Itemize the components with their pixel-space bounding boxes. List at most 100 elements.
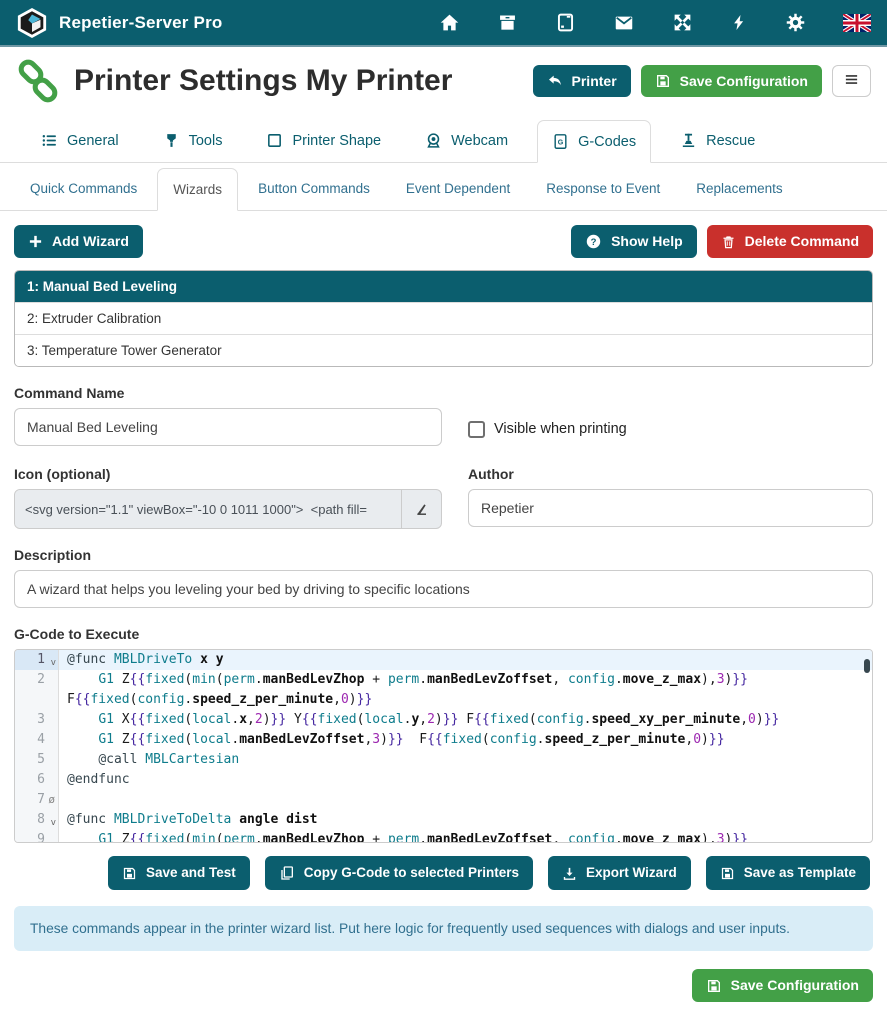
export-wizard-button[interactable]: Export Wizard bbox=[548, 856, 691, 890]
editor-gutter bbox=[15, 690, 59, 710]
tab-label: Rescue bbox=[706, 133, 755, 149]
editor-code-line: G1 X{{fixed(local.x,2)}} Y{{fixed(local.… bbox=[59, 710, 872, 730]
editor-gutter: 8v bbox=[15, 810, 59, 830]
icon-label: Icon (optional) bbox=[14, 466, 442, 482]
edit-icon-button[interactable] bbox=[401, 490, 441, 528]
editor-code-line: G1 Z{{fixed(min(perm.manBedLevZhop + per… bbox=[59, 830, 872, 843]
gcode-editor[interactable]: 1v@func MBLDriveTo x y2 G1 Z{{fixed(min(… bbox=[14, 649, 873, 843]
expand-arrows-icon[interactable] bbox=[672, 12, 693, 33]
envelope-icon[interactable] bbox=[613, 12, 635, 34]
archive-box-icon[interactable] bbox=[497, 12, 518, 33]
subtab-wizards[interactable]: Wizards bbox=[157, 168, 238, 211]
author-input[interactable] bbox=[468, 489, 873, 527]
description-label: Description bbox=[14, 547, 873, 563]
plus-icon bbox=[28, 234, 43, 249]
chain-link-icon bbox=[16, 59, 60, 103]
save-configuration-button[interactable]: Save Configuration bbox=[641, 65, 822, 98]
wizard-list-item[interactable]: 3: Temperature Tower Generator bbox=[15, 334, 872, 366]
reply-arrow-icon bbox=[547, 73, 563, 89]
tablet-icon[interactable] bbox=[555, 12, 576, 33]
pencil-ruler-icon bbox=[414, 501, 430, 517]
webcam-icon bbox=[425, 132, 442, 149]
page-header: Printer Settings My Printer Printer Save… bbox=[0, 47, 887, 111]
subtab-event-dependent[interactable]: Event Dependent bbox=[390, 167, 526, 210]
navbar-icon-menu bbox=[439, 12, 871, 34]
home-icon[interactable] bbox=[439, 12, 460, 33]
question-circle-icon: ? bbox=[585, 233, 602, 250]
tab-g-codes[interactable]: GG-Codes bbox=[537, 120, 651, 163]
tab-printer-shape[interactable]: Printer Shape bbox=[251, 119, 396, 162]
bolt-icon[interactable] bbox=[730, 12, 748, 33]
list-icon bbox=[41, 132, 58, 149]
wizard-list-item[interactable]: 1: Manual Bed Leveling bbox=[15, 271, 872, 302]
square-icon bbox=[266, 132, 283, 149]
editor-row: 3 G1 X{{fixed(local.x,2)}} Y{{fixed(loca… bbox=[15, 710, 872, 730]
save-as-template-button[interactable]: Save as Template bbox=[706, 856, 870, 890]
svg-text:?: ? bbox=[591, 237, 597, 248]
command-name-input[interactable] bbox=[14, 408, 442, 446]
copy-g-code-to-selected-printers-button[interactable]: Copy G-Code to selected Printers bbox=[265, 856, 533, 890]
icon-input[interactable] bbox=[15, 490, 401, 528]
editor-code-line: @func MBLDriveTo x y bbox=[59, 650, 872, 670]
editor-gutter: 6 bbox=[15, 770, 59, 790]
visible-when-printing-label: Visible when printing bbox=[494, 421, 627, 437]
add-wizard-button[interactable]: Add Wizard bbox=[14, 225, 143, 258]
info-alert: These commands appear in the printer wiz… bbox=[14, 906, 873, 951]
tab-webcam[interactable]: Webcam bbox=[410, 119, 523, 162]
show-help-button[interactable]: ? Show Help bbox=[571, 225, 697, 258]
tab-label: Tools bbox=[189, 133, 223, 149]
editor-row: 6@endfunc bbox=[15, 770, 872, 790]
tab-label: Webcam bbox=[451, 133, 508, 149]
floppy-icon bbox=[122, 866, 137, 881]
editor-code-line: @call MBLCartesian bbox=[59, 750, 872, 770]
button-label: Export Wizard bbox=[586, 865, 677, 881]
floppy-icon bbox=[706, 978, 722, 994]
subtab-response-to-event[interactable]: Response to Event bbox=[530, 167, 676, 210]
visible-when-printing-checkbox[interactable] bbox=[468, 421, 485, 438]
description-input[interactable] bbox=[14, 570, 873, 608]
wizard-toolbar: Add Wizard ? Show Help Delete Command bbox=[14, 225, 873, 258]
save-and-test-button[interactable]: Save and Test bbox=[108, 856, 250, 890]
gcode-label: G-Code to Execute bbox=[14, 626, 873, 642]
editor-gutter: 4 bbox=[15, 730, 59, 750]
wizard-list-item[interactable]: 2: Extruder Calibration bbox=[15, 302, 872, 334]
wizard-form: Command Name Visible when printing Icon … bbox=[0, 367, 887, 642]
menu-button[interactable] bbox=[832, 65, 871, 97]
editor-code-line bbox=[59, 790, 872, 810]
brand[interactable]: Repetier-Server Pro bbox=[16, 7, 222, 39]
subtab-button-commands[interactable]: Button Commands bbox=[242, 167, 386, 210]
editor-code-line: @endfunc bbox=[59, 770, 872, 790]
brand-title: Repetier-Server Pro bbox=[59, 13, 222, 33]
tab-general[interactable]: General bbox=[26, 119, 134, 162]
editor-code-line: G1 Z{{fixed(local.manBedLevZoffset,3)}} … bbox=[59, 730, 872, 750]
command-name-label: Command Name bbox=[14, 385, 442, 401]
language-flag-uk-icon[interactable] bbox=[843, 14, 871, 32]
editor-row: 9 G1 Z{{fixed(min(perm.manBedLevZhop + p… bbox=[15, 830, 872, 843]
gear-icon[interactable] bbox=[785, 12, 806, 33]
button-label: Copy G-Code to selected Printers bbox=[304, 865, 519, 881]
editor-row: 2 G1 Z{{fixed(min(perm.manBedLevZhop + p… bbox=[15, 670, 872, 690]
editor-gutter: 5 bbox=[15, 750, 59, 770]
wizard-list: 1: Manual Bed Leveling2: Extruder Calibr… bbox=[14, 270, 873, 367]
printer-button[interactable]: Printer bbox=[533, 65, 631, 98]
repetier-logo-icon bbox=[16, 7, 48, 39]
editor-scrollbar-thumb[interactable] bbox=[864, 659, 870, 673]
copy-icon bbox=[279, 865, 295, 881]
author-label: Author bbox=[468, 466, 873, 482]
icon-input-group bbox=[14, 489, 442, 529]
subtab-replacements[interactable]: Replacements bbox=[680, 167, 798, 210]
delete-command-button[interactable]: Delete Command bbox=[707, 225, 873, 258]
editor-gutter: 9 bbox=[15, 830, 59, 843]
subtab-quick-commands[interactable]: Quick Commands bbox=[14, 167, 153, 210]
button-label: Save as Template bbox=[744, 865, 856, 881]
tab-label: Printer Shape bbox=[292, 133, 381, 149]
editor-row: F{{fixed(config.speed_z_per_minute,0)}} bbox=[15, 690, 872, 710]
tab-rescue[interactable]: Rescue bbox=[665, 119, 770, 162]
footer-save-configuration-button[interactable]: Save Configuration bbox=[692, 969, 873, 1002]
floppy-icon bbox=[655, 73, 671, 89]
editor-code-line: @func MBLDriveToDelta angle dist bbox=[59, 810, 872, 830]
tab-tools[interactable]: Tools bbox=[148, 119, 238, 162]
extruder-icon bbox=[163, 132, 180, 149]
footer: Save Configuration bbox=[14, 969, 873, 1002]
trash-icon bbox=[721, 234, 736, 250]
